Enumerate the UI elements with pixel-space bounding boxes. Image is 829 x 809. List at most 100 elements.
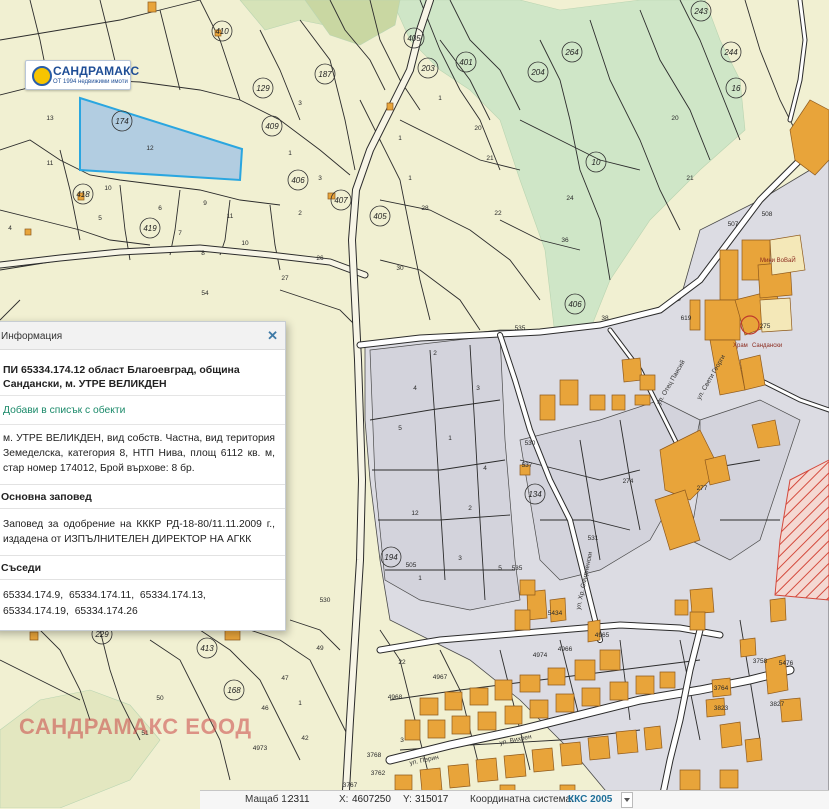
svg-text:531: 531 — [588, 535, 599, 542]
scale-value: 2311 — [288, 794, 310, 805]
status-bar: Мащаб 1: 2311 X: 4607250 Y: 315017 Коорд… — [200, 790, 829, 809]
svg-text:Мини ВоВаЙ: Мини ВоВаЙ — [760, 256, 796, 264]
svg-text:5434: 5434 — [548, 610, 563, 617]
svg-text:20: 20 — [474, 125, 482, 132]
svg-text:13: 13 — [46, 115, 54, 122]
svg-text:36: 36 — [561, 237, 569, 244]
svg-text:3767: 3767 — [343, 782, 358, 789]
svg-text:4966: 4966 — [558, 646, 573, 653]
svg-text:9: 9 — [203, 200, 207, 207]
svg-text:4: 4 — [483, 465, 487, 472]
svg-text:Храм: Храм — [733, 343, 748, 349]
svg-text:129: 129 — [256, 84, 270, 93]
svg-text:3: 3 — [400, 737, 404, 744]
svg-text:4: 4 — [8, 225, 12, 232]
svg-text:10: 10 — [104, 185, 112, 192]
svg-text:418: 418 — [76, 190, 90, 199]
svg-text:42: 42 — [301, 735, 309, 742]
close-icon[interactable]: ✕ — [267, 328, 278, 344]
svg-text:194: 194 — [384, 553, 398, 562]
svg-text:3758: 3758 — [753, 658, 768, 665]
svg-text:10: 10 — [592, 158, 601, 167]
company-logo: САНДРАМАКС ОТ 1994 недвижими имоти — [25, 60, 139, 90]
svg-text:134: 134 — [528, 490, 542, 499]
info-panel-header[interactable]: Информация ✕ — [0, 322, 285, 350]
svg-text:11: 11 — [227, 213, 234, 220]
svg-text:204: 204 — [530, 68, 545, 77]
svg-text:30: 30 — [396, 265, 404, 272]
svg-text:2: 2 — [298, 210, 302, 217]
parcel-heading: ПИ 65334.174.12 област Благоевград, общи… — [0, 350, 285, 391]
order-text: Заповед за одобрение на КККР РД-18-80/11… — [3, 519, 275, 545]
svg-text:277: 277 — [697, 485, 708, 492]
svg-text:22: 22 — [494, 210, 502, 217]
svg-text:21: 21 — [686, 175, 694, 182]
svg-text:264: 264 — [564, 48, 579, 57]
svg-text:47: 47 — [281, 675, 289, 682]
parcel-description: м. УТРЕ ВЕЛИКДЕН, вид собств. Частна, ви… — [3, 433, 275, 474]
svg-text:5: 5 — [498, 565, 502, 572]
svg-text:3: 3 — [458, 555, 462, 562]
svg-text:168: 168 — [227, 686, 241, 695]
svg-text:505: 505 — [406, 562, 417, 569]
chevron-down-icon[interactable] — [621, 792, 633, 808]
svg-text:22: 22 — [398, 659, 406, 666]
svg-text:5: 5 — [398, 425, 402, 432]
svg-text:12: 12 — [411, 510, 419, 517]
svg-text:4: 4 — [413, 385, 417, 392]
svg-text:1: 1 — [298, 700, 302, 707]
svg-text:3: 3 — [298, 100, 302, 107]
svg-text:5476: 5476 — [779, 660, 794, 667]
svg-text:3764: 3764 — [714, 685, 729, 692]
y-coordinate: 315017 — [415, 794, 449, 805]
add-to-list-link[interactable]: Добави в списък с обекти — [0, 396, 285, 420]
svg-text:5: 5 — [98, 215, 102, 222]
svg-text:244: 244 — [723, 48, 738, 57]
svg-text:537: 537 — [522, 462, 533, 469]
svg-text:4973: 4973 — [253, 745, 268, 752]
order-section-title: Основна заповед — [0, 484, 285, 509]
svg-text:54: 54 — [201, 290, 209, 297]
svg-text:409: 409 — [265, 122, 279, 131]
svg-text:12: 12 — [146, 145, 154, 152]
svg-text:401: 401 — [459, 58, 472, 67]
svg-text:274: 274 — [623, 478, 634, 485]
svg-text:4968: 4968 — [388, 694, 403, 701]
svg-text:46: 46 — [261, 705, 269, 712]
svg-text:20: 20 — [671, 115, 679, 122]
svg-text:229: 229 — [94, 630, 109, 639]
svg-text:10: 10 — [241, 240, 249, 247]
svg-text:1: 1 — [448, 435, 452, 442]
svg-text:21: 21 — [486, 155, 494, 162]
svg-text:243: 243 — [693, 7, 708, 16]
svg-text:28: 28 — [421, 205, 429, 212]
watermark-text: САНДРАМАКС ЕООД — [19, 714, 252, 739]
svg-text:406: 406 — [291, 176, 305, 185]
svg-text:2: 2 — [433, 350, 437, 357]
crs-value[interactable]: ККС 2005 — [568, 794, 612, 805]
x-label: X: — [339, 794, 349, 805]
svg-text:3823: 3823 — [714, 705, 729, 712]
svg-text:413: 413 — [200, 644, 214, 653]
svg-text:405: 405 — [373, 212, 387, 221]
svg-text:3768: 3768 — [367, 752, 382, 759]
svg-text:1: 1 — [438, 95, 442, 102]
logo-name: САНДРАМАКС — [53, 64, 140, 78]
logo-emblem-icon — [32, 66, 52, 86]
svg-text:535: 535 — [512, 565, 523, 572]
svg-text:508: 508 — [762, 211, 773, 218]
svg-text:24: 24 — [566, 195, 574, 202]
svg-text:3827: 3827 — [770, 701, 785, 708]
svg-text:410: 410 — [215, 27, 229, 36]
parcel-heading-line1: ПИ 65334.174.12 област Благоевград, общи… — [3, 364, 240, 376]
svg-text:8: 8 — [201, 250, 205, 257]
svg-text:203: 203 — [420, 64, 435, 73]
svg-text:535: 535 — [515, 325, 526, 332]
svg-text:619: 619 — [681, 315, 692, 322]
svg-text:507: 507 — [728, 221, 739, 228]
svg-text:174: 174 — [115, 117, 129, 126]
svg-text:1: 1 — [398, 135, 402, 142]
crs-label: Координатна система: — [470, 794, 574, 805]
svg-text:4967: 4967 — [433, 674, 448, 681]
svg-text:419: 419 — [143, 224, 157, 233]
